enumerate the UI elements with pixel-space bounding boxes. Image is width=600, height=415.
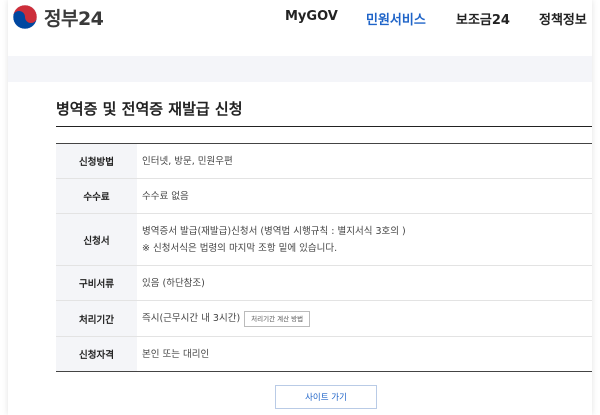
table-row: 구비서류 있음 (하단참조)	[56, 265, 592, 301]
row-value-line: 수수료 없음	[142, 190, 189, 202]
row-value-line: 즉시(근무시간 내 3시간)	[142, 313, 241, 324]
page-frame: 정부24 MyGOV 민원서비스 보조금24 정책정보 병역증 및 전역증 재발…	[8, 0, 592, 415]
row-label: 구비서류	[56, 265, 137, 301]
service-info-table: 신청방법 인터넷, 방문, 민원우편 수수료 수수료 없음 신청서 병역증서 발…	[56, 143, 592, 372]
table-row: 신청방법 인터넷, 방문, 민원우편	[56, 143, 592, 179]
table-row: 처리기간 즉시(근무시간 내 3시간) 처리기간 계산 방법	[56, 300, 592, 337]
row-label: 처리기간	[56, 300, 137, 337]
row-label: 신청방법	[56, 143, 137, 179]
row-value: 즉시(근무시간 내 3시간) 처리기간 계산 방법	[137, 300, 592, 337]
table-row: 신청서 병역증서 발급(재발급)신청서 (병역법 시행규칙 : 별지서식 3호의…	[56, 213, 592, 266]
site-logo[interactable]: 정부24	[12, 4, 104, 30]
nav-item-mygov[interactable]: MyGOV	[285, 9, 338, 27]
taegeuk-emblem-icon	[12, 4, 38, 30]
header-band	[8, 56, 592, 82]
row-label: 신청서	[56, 213, 137, 266]
row-value-line: 병역증서 발급(재발급)신청서 (병역법 시행규칙 : 별지서식 3호의 )	[142, 225, 406, 237]
row-value-line: 본인 또는 대리인	[142, 348, 210, 360]
page-title: 병역증 및 전역증 재발급 신청	[56, 100, 243, 118]
row-value-line: 인터넷, 방문, 민원우편	[142, 155, 233, 167]
logo-text: 정부24	[44, 7, 104, 30]
title-divider	[56, 126, 592, 127]
row-value: 본인 또는 대리인	[137, 337, 592, 372]
nav-item-subsidy[interactable]: 보조금24	[456, 9, 510, 28]
row-value: 병역증서 발급(재발급)신청서 (병역법 시행규칙 : 별지서식 3호의 ) ※…	[137, 213, 592, 266]
table-row: 신청자격 본인 또는 대리인	[56, 336, 592, 372]
processing-time-calc-button[interactable]: 처리기간 계산 방법	[244, 310, 311, 327]
row-value: 수수료 없음	[137, 178, 592, 214]
row-value: 인터넷, 방문, 민원우편	[137, 143, 592, 179]
row-label: 수수료	[56, 178, 137, 214]
nav-item-civil-service[interactable]: 민원서비스	[366, 9, 426, 28]
row-label: 신청자격	[56, 336, 137, 372]
table-row: 수수료 수수료 없음	[56, 178, 592, 214]
go-to-site-button[interactable]: 사이트 가기	[275, 385, 377, 409]
nav-item-policy-info[interactable]: 정책정보	[539, 9, 587, 28]
row-value-line: 있음 (하단참조)	[142, 277, 205, 289]
row-value: 있음 (하단참조)	[137, 265, 592, 301]
global-header: 정부24 MyGOV 민원서비스 보조금24 정책정보	[8, 0, 592, 38]
row-value-note: ※ 신청서식은 법령의 마지막 조항 밑에 있습니다.	[142, 242, 338, 254]
